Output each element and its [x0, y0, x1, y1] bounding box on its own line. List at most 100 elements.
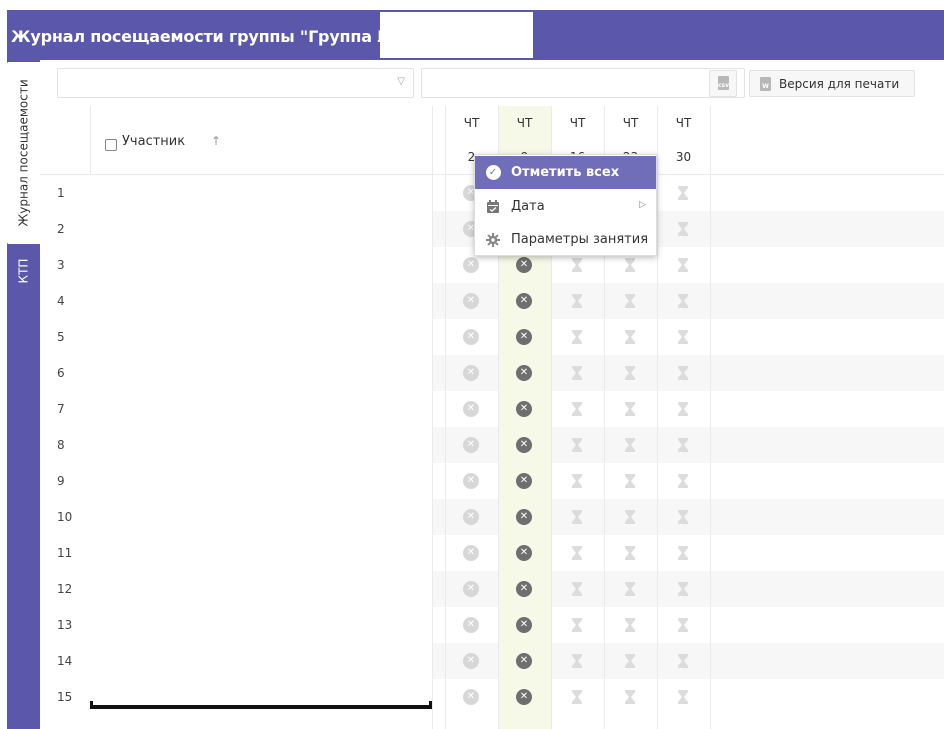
absent-light-icon[interactable]: ✕	[463, 689, 479, 705]
absent-dark-icon[interactable]: ✕	[516, 437, 532, 453]
tab-ktp-label: КТП	[16, 258, 31, 284]
pending-hourglass-icon[interactable]	[675, 473, 691, 489]
pending-hourglass-icon[interactable]	[675, 185, 691, 201]
pending-hourglass-icon[interactable]	[675, 653, 691, 669]
pending-hourglass-icon[interactable]	[675, 581, 691, 597]
pending-hourglass-icon[interactable]	[622, 329, 638, 345]
horizontal-scrollbar[interactable]	[90, 701, 432, 709]
pending-hourglass-icon[interactable]	[569, 545, 585, 561]
absent-dark-icon[interactable]: ✕	[516, 545, 532, 561]
tab-attendance-journal[interactable]: Журнал посещаемости	[7, 62, 40, 244]
pending-hourglass-icon[interactable]	[622, 401, 638, 417]
pending-hourglass-icon[interactable]	[675, 257, 691, 273]
pending-hourglass-icon[interactable]	[675, 617, 691, 633]
sort-ascending-icon[interactable]: ↑	[211, 134, 221, 148]
pending-hourglass-icon[interactable]	[622, 545, 638, 561]
pending-hourglass-icon[interactable]	[675, 401, 691, 417]
csv-file-icon: csv	[718, 76, 729, 90]
pending-hourglass-icon[interactable]	[622, 581, 638, 597]
pending-hourglass-icon[interactable]	[569, 257, 585, 273]
title-bar: Журнал посещаемости группы "Группа №	[7, 10, 944, 60]
column-day-label[interactable]: ЧТ	[604, 116, 657, 130]
select-all-checkbox[interactable]	[105, 139, 117, 151]
absent-dark-icon[interactable]: ✕	[516, 329, 532, 345]
pending-hourglass-icon[interactable]	[622, 365, 638, 381]
pending-hourglass-icon[interactable]	[622, 257, 638, 273]
pending-hourglass-icon[interactable]	[569, 365, 585, 381]
pending-hourglass-icon[interactable]	[569, 689, 585, 705]
absent-light-icon[interactable]: ✕	[463, 581, 479, 597]
absent-dark-icon[interactable]: ✕	[516, 473, 532, 489]
pending-hourglass-icon[interactable]	[675, 437, 691, 453]
pending-hourglass-icon[interactable]	[569, 617, 585, 633]
group-select[interactable]: ✕ ▽	[421, 68, 745, 98]
absent-light-icon[interactable]: ✕	[463, 293, 479, 309]
pending-hourglass-icon[interactable]	[675, 221, 691, 237]
pending-hourglass-icon[interactable]	[622, 509, 638, 525]
pending-hourglass-icon[interactable]	[622, 473, 638, 489]
pending-hourglass-icon[interactable]	[675, 293, 691, 309]
pending-hourglass-icon[interactable]	[675, 545, 691, 561]
menu-item-mark-all[interactable]: ✓ Отметить всех	[475, 156, 656, 189]
absent-light-icon[interactable]: ✕	[463, 617, 479, 633]
absent-light-icon[interactable]: ✕	[463, 473, 479, 489]
pending-hourglass-icon[interactable]	[569, 293, 585, 309]
absent-light-icon[interactable]: ✕	[463, 257, 479, 273]
pending-hourglass-icon[interactable]	[622, 689, 638, 705]
chevron-down-icon: ▽	[397, 76, 405, 87]
attendance-journal-app: Журнал посещаемости группы "Группа № Жур…	[0, 0, 944, 729]
absent-light-icon[interactable]: ✕	[463, 509, 479, 525]
menu-item-mark-all-label: Отметить всех	[511, 165, 620, 180]
check-circle-icon: ✓	[485, 165, 501, 181]
column-day-label[interactable]: ЧТ	[445, 116, 498, 130]
print-version-button[interactable]: W Версия для печати	[749, 70, 915, 97]
pending-hourglass-icon[interactable]	[569, 581, 585, 597]
column-context-menu: ✓ Отметить всех Дата ▷ Параметры занятия	[474, 154, 657, 256]
absent-dark-icon[interactable]: ✕	[516, 257, 532, 273]
pending-hourglass-icon[interactable]	[569, 473, 585, 489]
pending-hourglass-icon[interactable]	[675, 689, 691, 705]
pending-hourglass-icon[interactable]	[622, 437, 638, 453]
menu-item-date-label: Дата	[511, 199, 545, 214]
period-select[interactable]: ▽	[57, 68, 414, 98]
absent-dark-icon[interactable]: ✕	[516, 689, 532, 705]
absent-dark-icon[interactable]: ✕	[516, 293, 532, 309]
absent-dark-icon[interactable]: ✕	[516, 581, 532, 597]
absent-dark-icon[interactable]: ✕	[516, 617, 532, 633]
word-file-icon: W	[760, 76, 771, 91]
absent-dark-icon[interactable]: ✕	[516, 401, 532, 417]
page-title: Журнал посещаемости группы "Группа №	[11, 27, 397, 46]
gear-icon	[485, 232, 501, 248]
pending-hourglass-icon[interactable]	[622, 653, 638, 669]
column-day-label[interactable]: ЧТ	[551, 116, 604, 130]
absent-light-icon[interactable]: ✕	[463, 545, 479, 561]
pending-hourglass-icon[interactable]	[675, 509, 691, 525]
absent-dark-icon[interactable]: ✕	[516, 509, 532, 525]
pending-hourglass-icon[interactable]	[622, 617, 638, 633]
absent-light-icon[interactable]: ✕	[463, 653, 479, 669]
tab-ktp[interactable]: КТП	[7, 250, 40, 292]
absent-light-icon[interactable]: ✕	[463, 365, 479, 381]
pending-hourglass-icon[interactable]	[622, 293, 638, 309]
toolbar: ▽ ✕ ▽ csv W Версия для печати	[40, 60, 944, 106]
participant-column-header[interactable]: Участник	[122, 134, 185, 149]
absent-light-icon[interactable]: ✕	[463, 329, 479, 345]
menu-item-date[interactable]: Дата ▷	[475, 190, 656, 223]
pending-hourglass-icon[interactable]	[569, 401, 585, 417]
absent-light-icon[interactable]: ✕	[463, 437, 479, 453]
column-day-label[interactable]: ЧТ	[657, 116, 710, 130]
pending-hourglass-icon[interactable]	[569, 653, 585, 669]
absent-light-icon[interactable]: ✕	[463, 401, 479, 417]
pending-hourglass-icon[interactable]	[675, 329, 691, 345]
pending-hourglass-icon[interactable]	[569, 437, 585, 453]
pending-hourglass-icon[interactable]	[675, 365, 691, 381]
pending-hourglass-icon[interactable]	[569, 509, 585, 525]
absent-dark-icon[interactable]: ✕	[516, 653, 532, 669]
export-csv-button[interactable]: csv	[709, 70, 737, 97]
column-day-label[interactable]: ЧТ	[498, 116, 551, 130]
menu-item-lesson-params[interactable]: Параметры занятия	[475, 223, 656, 256]
column-date-label[interactable]: 30	[657, 150, 710, 164]
absent-dark-icon[interactable]: ✕	[516, 365, 532, 381]
pending-hourglass-icon[interactable]	[569, 329, 585, 345]
column-divider	[657, 106, 658, 729]
